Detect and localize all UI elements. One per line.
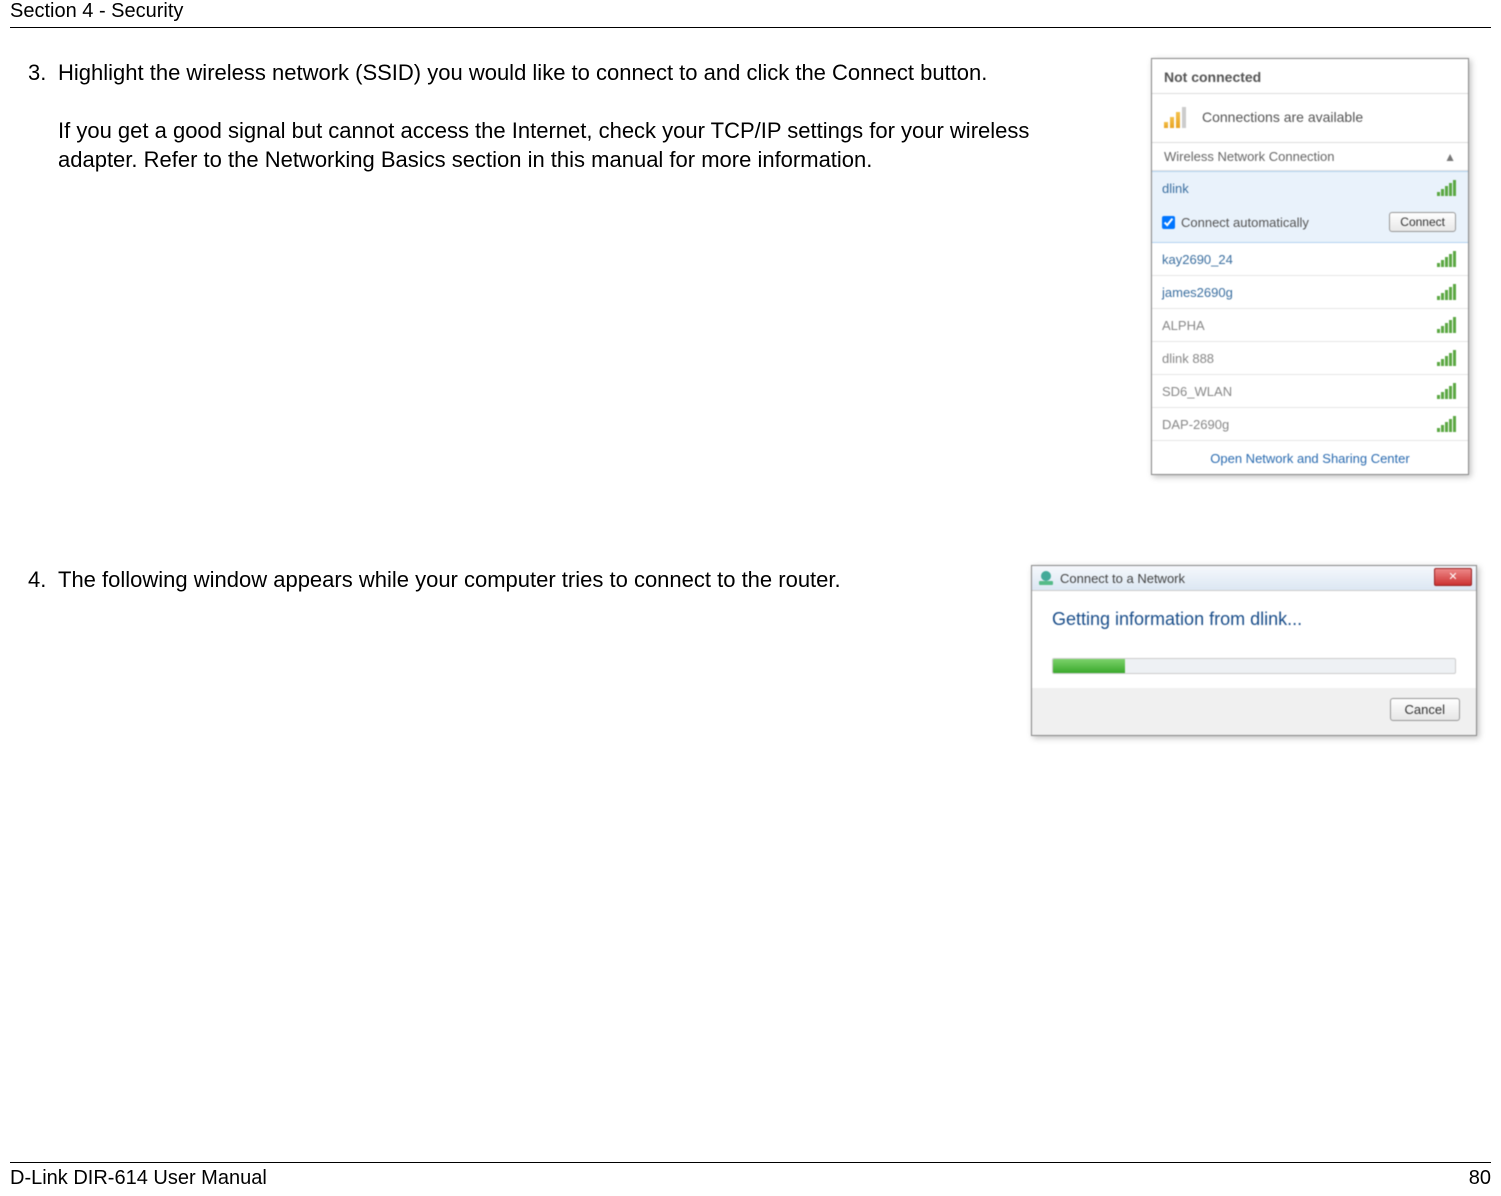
chevron-up-icon[interactable]: ▲ [1444,150,1456,164]
auto-connect-checkbox[interactable]: Connect automatically [1162,215,1309,230]
wifi-network-name: dlink [1162,181,1189,196]
wifi-section-title: Wireless Network Connection [1164,149,1335,164]
wifi-network-name: DAP-2690g [1162,417,1229,432]
cancel-button[interactable]: Cancel [1390,698,1460,721]
wifi-status: Not connected [1152,59,1468,94]
progress-bar [1052,658,1456,674]
step-3-text-1: Highlight the wireless network (SSID) yo… [58,58,1111,88]
open-network-center-link[interactable]: Open Network and Sharing Center [1152,441,1468,474]
signal-bars-icon [1437,317,1456,333]
page-number: 80 [1469,1167,1491,1190]
wifi-network-name: SD6_WLAN [1162,384,1232,399]
wifi-network-item[interactable]: ALPHA [1152,309,1468,342]
section-header: Section 4 - Security [10,0,1491,28]
connect-button[interactable]: Connect [1389,212,1456,232]
wifi-network-name: james2690g [1162,285,1233,300]
step-4-text-1: The following window appears while your … [58,565,991,595]
signal-bars-icon [1437,416,1456,432]
step-3-number: 3. [28,58,58,203]
dialog-message: Getting information from dlink... [1052,609,1456,630]
manual-title: D-Link DIR-614 User Manual [10,1167,267,1190]
wifi-network-item[interactable]: DAP-2690g [1152,408,1468,441]
signal-bars-icon [1437,180,1456,196]
wifi-network-item[interactable]: SD6_WLAN [1152,375,1468,408]
signal-bars-icon [1437,383,1456,399]
connect-to-network-dialog: Connect to a Network ✕ Getting informati… [1031,565,1477,736]
network-icon [1038,570,1054,586]
wifi-signal-icon [1164,106,1192,128]
wifi-network-name: ALPHA [1162,318,1205,333]
auto-connect-input[interactable] [1162,216,1175,229]
dialog-title: Connect to a Network [1060,571,1185,586]
wifi-network-item[interactable]: kay2690_24 [1152,243,1468,276]
step-4-number: 4. [28,565,58,623]
wifi-network-item-selected[interactable]: dlink [1152,171,1468,204]
signal-bars-icon [1437,251,1456,267]
signal-bars-icon [1437,284,1456,300]
signal-bars-icon [1437,350,1456,366]
step-3: 3. Highlight the wireless network (SSID)… [28,58,1111,203]
close-icon[interactable]: ✕ [1434,568,1472,586]
wifi-network-item[interactable]: james2690g [1152,276,1468,309]
step-4: 4. The following window appears while yo… [28,565,991,623]
wifi-available-text: Connections are available [1202,109,1363,125]
wifi-network-flyout: Not connected Connections are available … [1151,58,1469,475]
wifi-network-item[interactable]: dlink 888 [1152,342,1468,375]
step-3-text-2: If you get a good signal but cannot acce… [58,116,1111,175]
wifi-network-name: kay2690_24 [1162,252,1233,267]
wifi-network-name: dlink 888 [1162,351,1214,366]
auto-connect-label: Connect automatically [1181,215,1309,230]
